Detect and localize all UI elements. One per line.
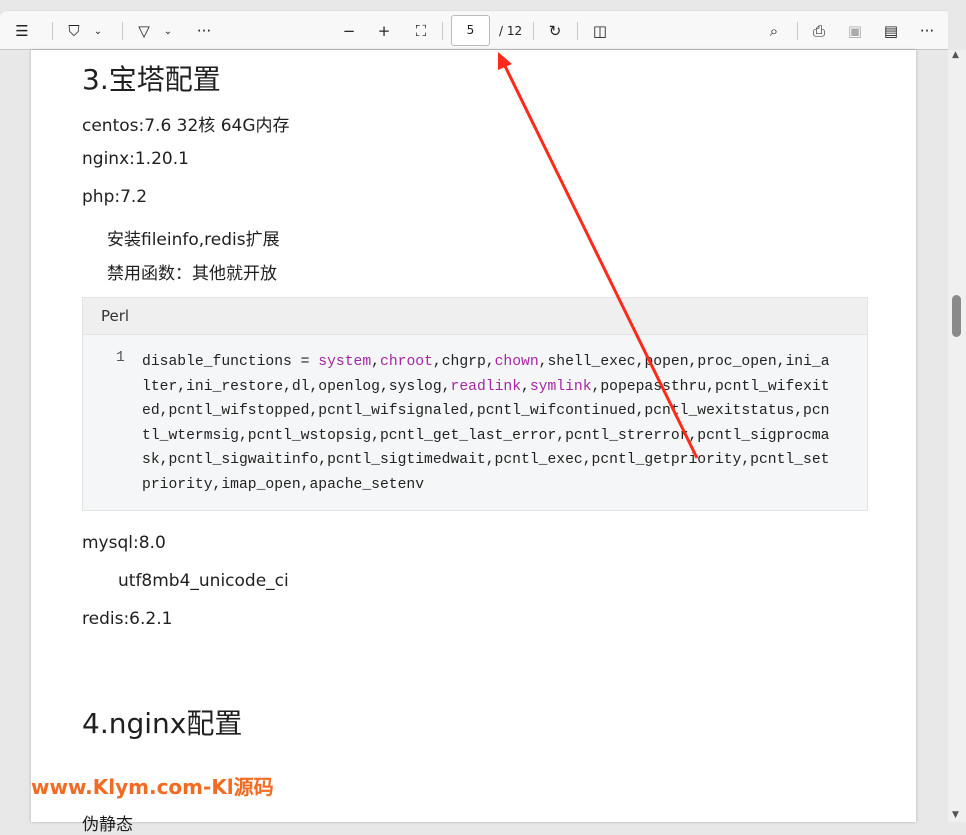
annotation-arrow: [498, 52, 699, 459]
